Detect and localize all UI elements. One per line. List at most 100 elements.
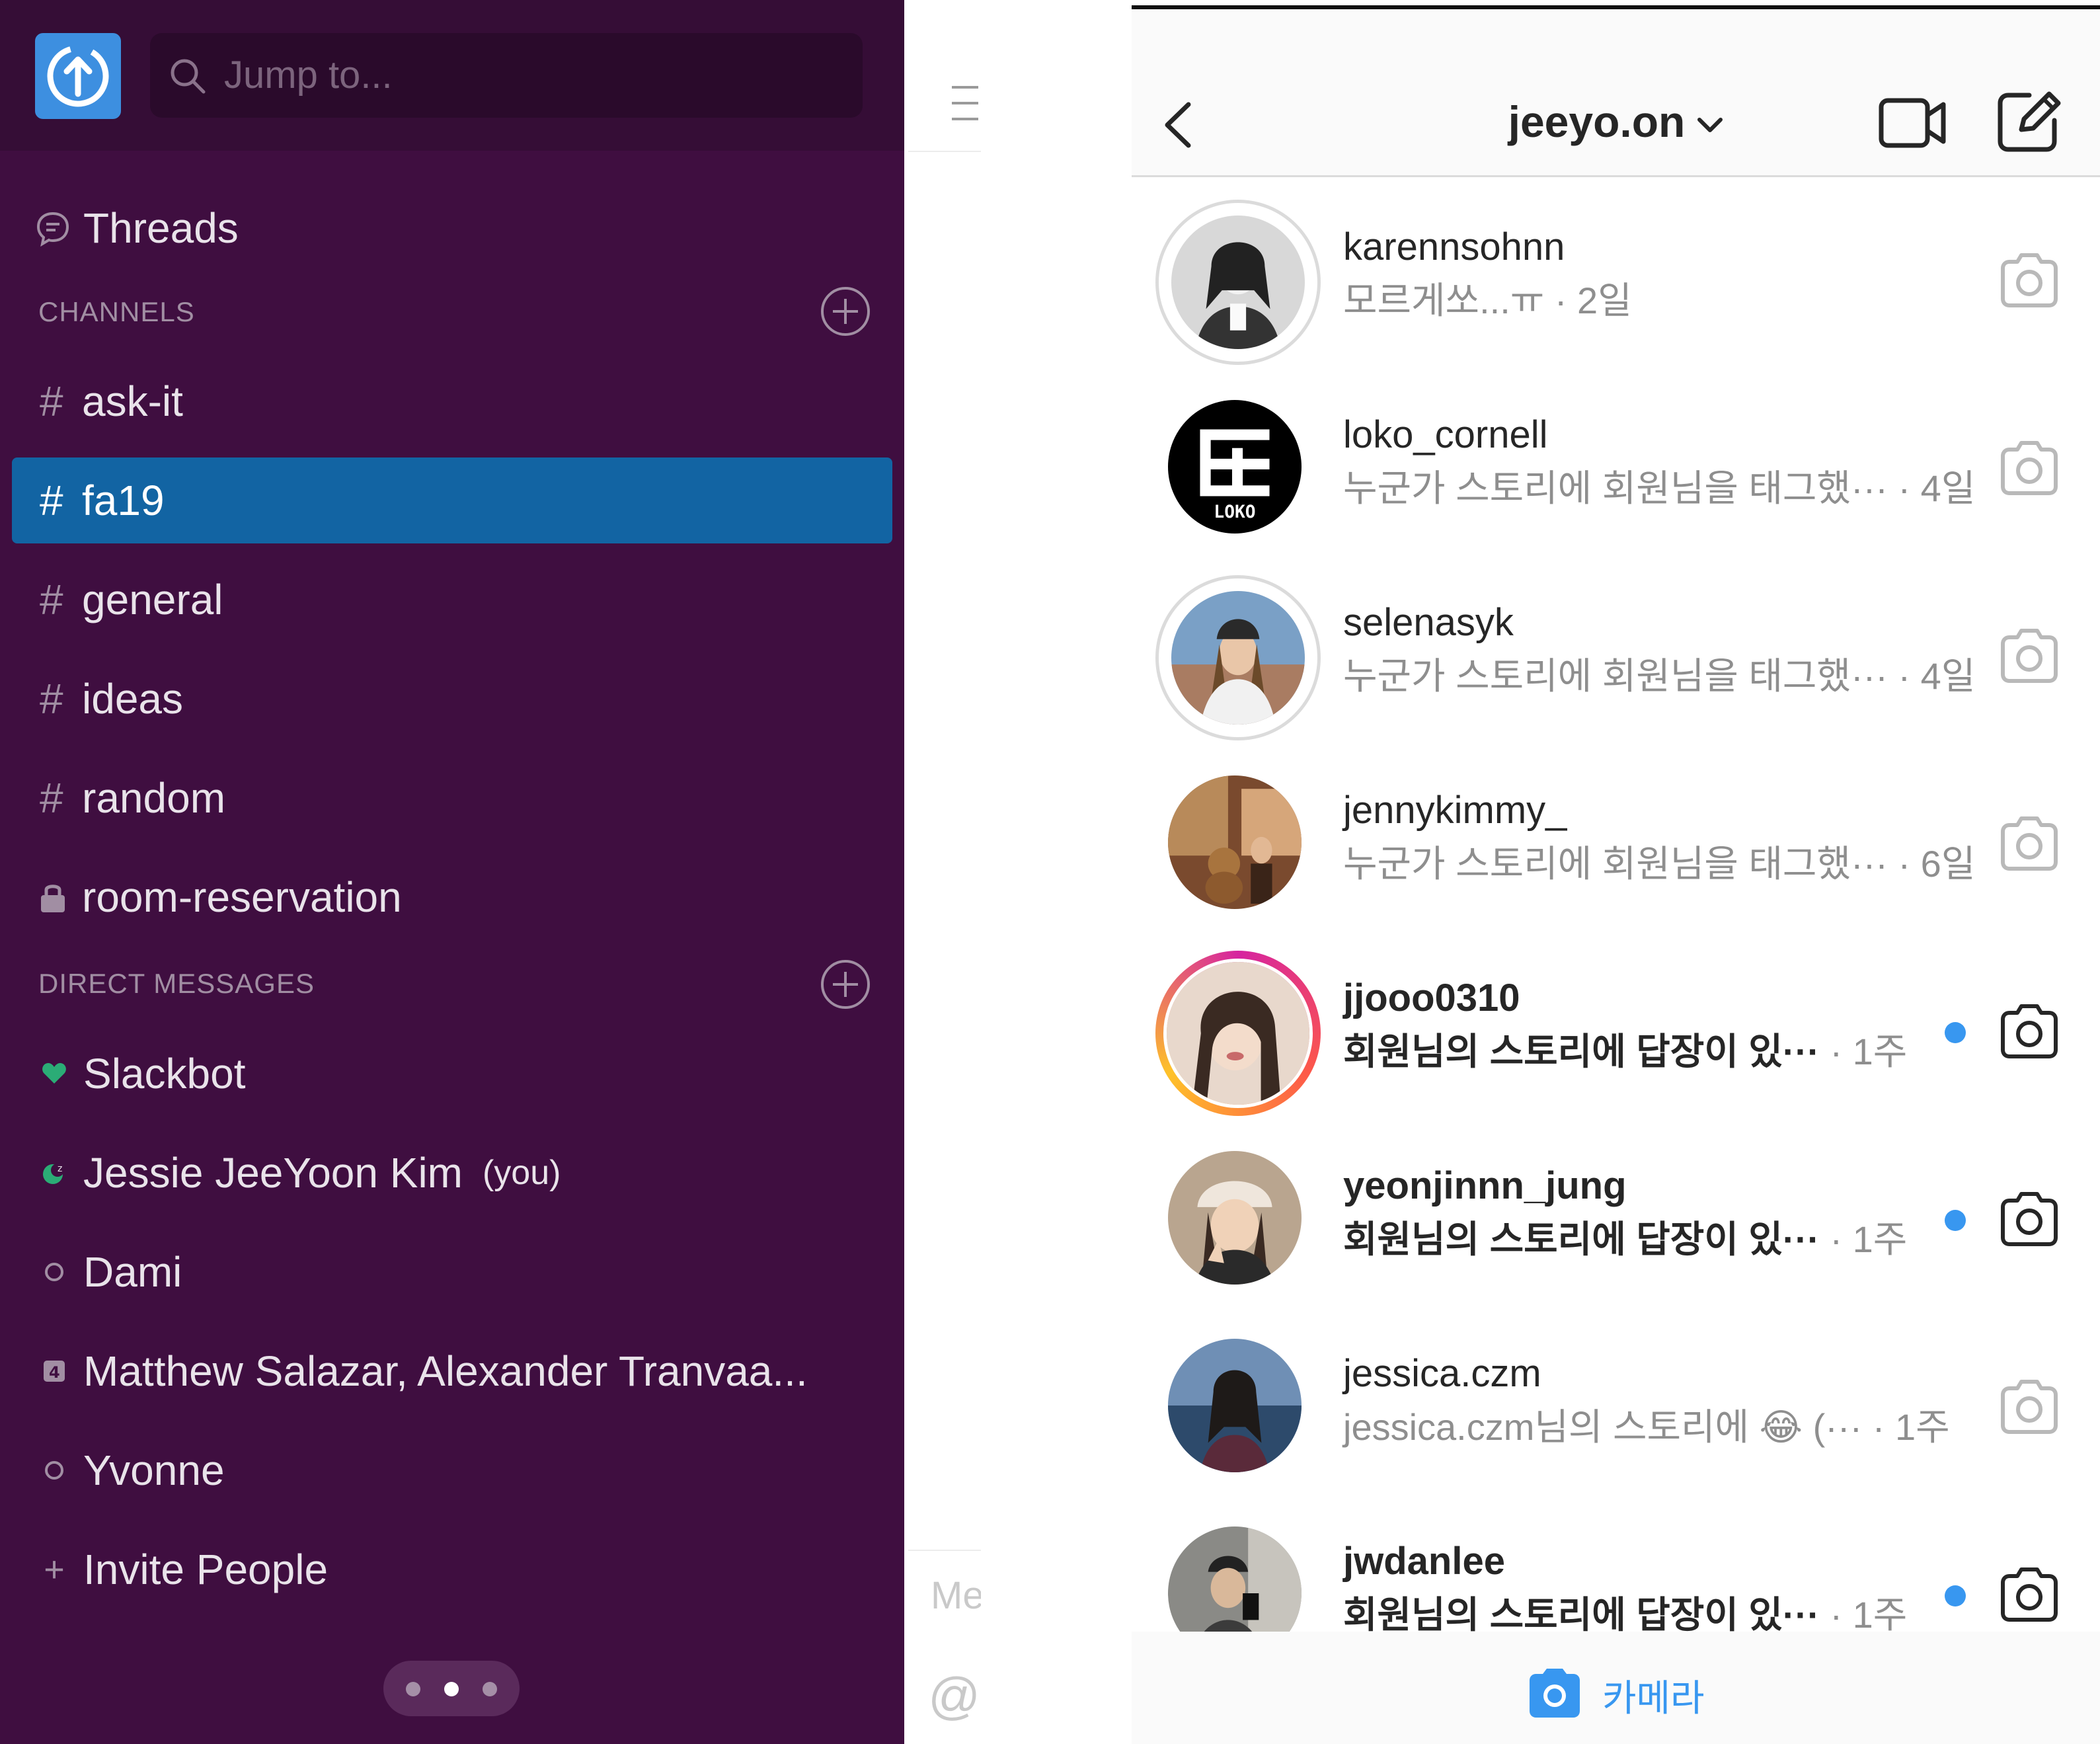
hash-icon: # [40,377,63,425]
thread-row[interactable]: selenasyk 누군가 스토리에 회원님을 태그했··· · 4일 [1132,562,2100,750]
camera-reply-button[interactable] [1998,625,2061,685]
search-placeholder: Jump to... [224,54,393,97]
avatar-frame[interactable] [1155,1138,1321,1304]
thread-row[interactable]: karennsohnn 모르게쏘...ㅠ · 2일 [1132,186,2100,374]
add-dm-button[interactable] [820,959,871,1010]
svg-text:LOKO: LOKO [1214,502,1255,522]
direct-messages-header[interactable]: DIRECT MESSAGES [38,968,315,1000]
camera-icon [2001,816,2058,871]
dm-self[interactable]: z Jessie JeeYoon Kim (you) [0,1133,904,1212]
message-preview: 회원님의 스토리에 답장이 있··· · 1주 [1343,1022,1907,1076]
channel-name: ask-it [82,377,183,425]
username: jessica.czm [1343,1352,1541,1395]
threads-item[interactable]: Threads [34,198,239,258]
page-dot [483,1682,497,1696]
away-presence-icon [33,1251,75,1293]
unread-dot [1945,1022,1966,1043]
new-message-icon[interactable] [1995,89,2061,155]
invite-label: Invite People [83,1546,329,1593]
channel-name: general [82,576,223,623]
camera-reply-button[interactable] [1998,1376,2061,1436]
channel-name: random [82,774,225,822]
thread-row-unread[interactable]: yeonjinnn_jung 회원님의 스토리에 답장이 있··· · 1주 [1132,1125,2100,1313]
dm-group[interactable]: 4 Matthew Salazar, Alexander Tranvaa... [0,1331,904,1411]
camera-reply-button[interactable] [1998,1189,2061,1248]
timestamp: · 1주 [1830,1594,1908,1636]
dm-yvonne[interactable]: Yvonne [0,1431,904,1510]
channel-ideas[interactable]: # ideas [12,656,892,742]
thread-row[interactable]: jessica.czm jessica.czm님의 스토리에 😂 (··· · … [1132,1313,2100,1501]
timestamp: · 1주 [1872,1406,1950,1448]
message-preview: jessica.czm님의 스토리에 😂 (··· · 1주 [1343,1398,1950,1451]
mention-icon[interactable]: @ [928,1666,981,1726]
story-ring-seen[interactable] [1155,575,1321,740]
camera-icon [1530,1669,1580,1718]
dm-name: Jessie JeeYoon Kim [83,1149,463,1197]
add-channel-button[interactable] [820,286,871,337]
message-preview: 회원님의 스토리에 답장이 있··· · 1주 [1343,1210,1907,1263]
avatar-frame[interactable] [1155,763,1321,928]
preview-text: 누군가 스토리에 회원님을 태그했··· [1343,843,1888,885]
story-ring-active[interactable] [1155,951,1321,1116]
channel-ask-it[interactable]: # ask-it [12,358,892,444]
camera-reply-button[interactable] [1998,813,2061,873]
hash-icon: # [40,576,63,623]
slack-top-bar: Jump to... [0,0,904,151]
username: jwdanlee [1343,1540,1505,1583]
hash-icon: # [40,774,63,822]
channel-fa19[interactable]: # fa19 [12,457,892,543]
threads-icon [36,212,69,247]
do-not-disturb-presence-icon: z [33,1152,75,1194]
preview-text: 누군가 스토리에 회원님을 태그했··· [1343,655,1888,697]
dm-slackbot[interactable]: Slackbot [0,1034,904,1113]
message-preview: 누군가 스토리에 회원님을 태그했··· · 6일 [1343,834,1975,888]
chevron-down-icon [1697,117,1723,132]
preview-text: 모르게쏘...ㅠ [1343,280,1545,321]
camera-icon [2001,441,2058,495]
avatar [1165,1148,1305,1288]
dm-dami[interactable]: Dami [0,1232,904,1312]
channel-room-reservation[interactable]: room-reservation [12,854,892,940]
thread-row[interactable]: jennykimmy_ 누군가 스토리에 회원님을 태그했··· · 6일 [1132,750,2100,937]
avatar-frame[interactable]: LOKO [1155,387,1321,553]
timestamp: · 1주 [1830,1218,1908,1260]
camera-footer[interactable]: 카메라 [1132,1632,2100,1744]
account-switcher[interactable]: jeeyo.on [1132,97,2100,147]
preview-text: jessica.czm님의 스토리에 😂 (··· [1343,1406,1863,1448]
camera-icon [2001,1192,2058,1246]
username: jennykimmy_ [1343,789,1567,832]
divider [908,151,981,152]
channels-header[interactable]: CHANNELS [38,296,195,328]
jump-to-search[interactable]: Jump to... [150,33,863,118]
workspace-logo-icon[interactable] [35,33,121,119]
camera-reply-button[interactable] [1998,1564,2061,1624]
avatar: LOKO [1165,397,1305,537]
username: loko_cornell [1343,413,1548,456]
threads-label: Threads [83,204,239,252]
divider [908,1550,981,1551]
avatar [1165,772,1305,912]
story-ring-seen[interactable] [1155,200,1321,365]
message-input-stub[interactable]: Me [931,1573,981,1618]
video-call-icon[interactable] [1879,95,1947,151]
invite-people-button[interactable]: + Invite People [0,1530,904,1609]
channel-random[interactable]: # random [12,755,892,841]
camera-reply-button[interactable] [1998,438,2061,497]
hash-icon: # [40,477,63,524]
page-indicator[interactable] [383,1661,520,1716]
channel-name: fa19 [82,477,165,524]
camera-icon [2001,629,2058,683]
username: jjooo0310 [1343,976,1520,1019]
thread-row-unread[interactable]: jjooo0310 회원님의 스토리에 답장이 있··· · 1주 [1132,937,2100,1125]
you-label: (you) [482,1154,561,1192]
channel-general[interactable]: # general [12,557,892,643]
dm-name: Dami [83,1248,182,1296]
avatar [1168,588,1308,728]
avatar-frame[interactable] [1155,1326,1321,1491]
direct-header: jeeyo.on [1132,9,2100,177]
timestamp: · 1주 [1830,1031,1908,1072]
camera-reply-button[interactable] [1998,250,2061,309]
camera-reply-button[interactable] [1998,1001,2061,1060]
menu-icon[interactable] [951,83,980,123]
thread-row[interactable]: LOKO loko_cornell 누군가 스토리에 회원님을 태그했··· ·… [1132,374,2100,562]
